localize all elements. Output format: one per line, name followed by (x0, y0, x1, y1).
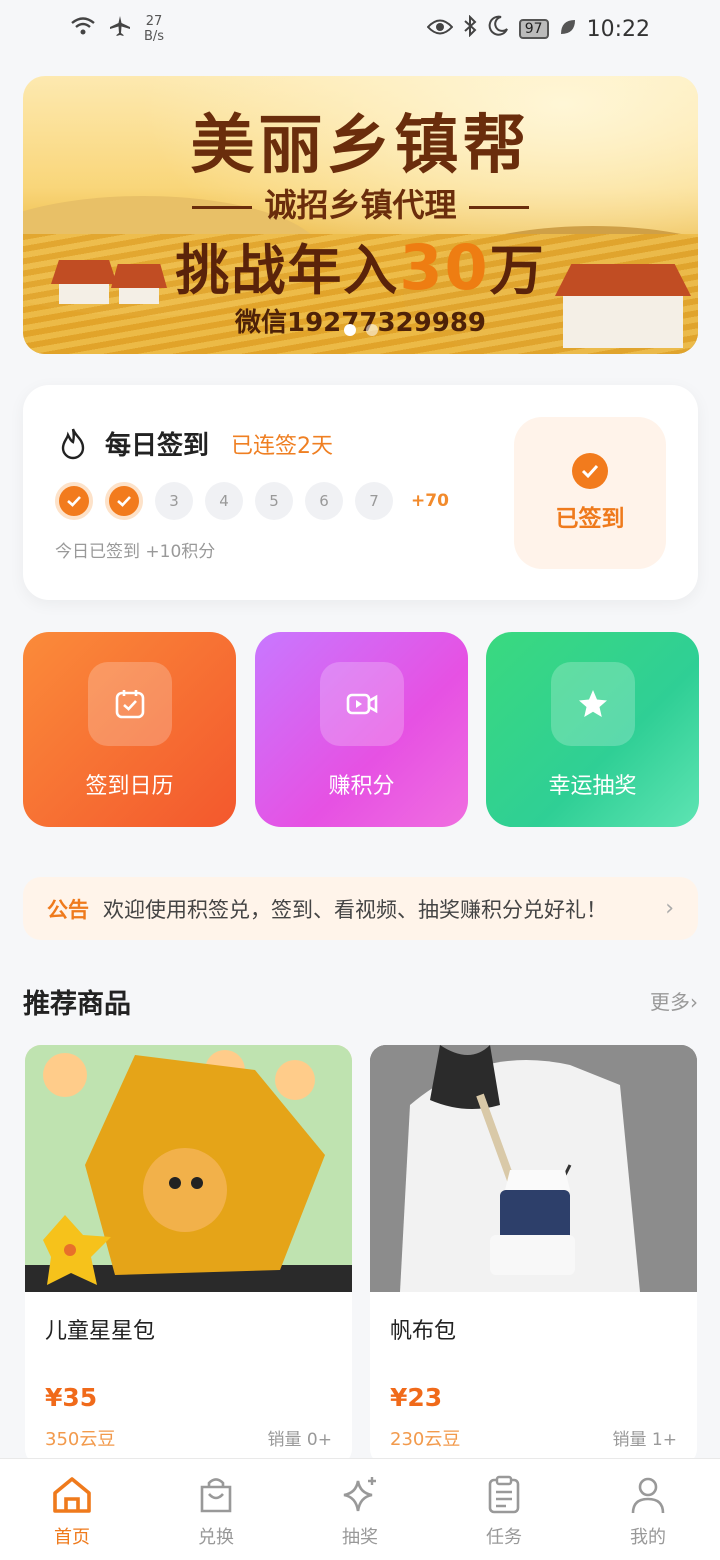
announcement-tag: 公告 (47, 897, 89, 922)
promo-banner[interactable]: 美丽乡镇帮 诚招乡镇代理 挑战年入30万 微信19277329989 (23, 76, 698, 354)
shopping-bag-icon (200, 1478, 232, 1513)
signed-in-button[interactable]: 已签到 (514, 417, 666, 569)
product-points: 350云豆 (45, 1429, 116, 1450)
nav-lottery[interactable]: 抽奖 (288, 1459, 432, 1560)
tile-label-draw: 幸运抽奖 (548, 774, 637, 799)
banner-headline-number: 30 (399, 231, 490, 304)
wifi-icon (70, 16, 96, 42)
nav-label-profile: 我的 (630, 1527, 666, 1548)
checkin-calendar-tile[interactable]: 签到日历 (23, 632, 236, 827)
banner-headline-suffix: 万 (489, 239, 546, 302)
check-circle-icon (572, 453, 608, 489)
checkin-day-5: 5 (255, 482, 293, 520)
banner-headline-prefix: 挑战年入 (175, 239, 400, 302)
sparkle-icon (343, 1477, 376, 1512)
product-sales: 销量 0+ (267, 1430, 332, 1450)
product-card[interactable]: 帆布包 ¥23 230云豆 销量 1+ (370, 1045, 697, 1465)
checkin-title: 每日签到 (105, 431, 210, 461)
nav-label-lottery: 抽奖 (342, 1527, 378, 1548)
nav-exchange[interactable]: 兑换 (144, 1459, 288, 1560)
check-icon (67, 496, 81, 507)
checkin-day-6: 6 (305, 482, 343, 520)
nav-tasks[interactable]: 任务 (432, 1459, 576, 1560)
network-speed: 27 B/s (144, 14, 164, 44)
checkin-day-2 (105, 482, 143, 520)
product-points: 230云豆 (390, 1429, 461, 1450)
flame-icon (61, 428, 85, 459)
video-icon (346, 693, 377, 715)
check-icon (117, 496, 131, 507)
carousel-dots[interactable] (343, 324, 378, 336)
tile-label-calendar: 签到日历 (85, 774, 174, 799)
bottom-nav: 首页 兑换 抽奖 任务 我的 (0, 1458, 720, 1560)
more-link[interactable]: 更多› (650, 986, 698, 1015)
product-name: 帆布包 (390, 1319, 457, 1344)
status-bar: 27 B/s 97 10:22 (0, 0, 720, 58)
nav-profile[interactable]: 我的 (576, 1459, 720, 1560)
banner-title: 美丽乡镇帮 (190, 109, 531, 183)
product-price: ¥35 (45, 1383, 98, 1412)
star-icon (578, 690, 607, 717)
banner-subtitle: 诚招乡镇代理 (23, 180, 698, 226)
leaf-icon (559, 17, 577, 42)
calendar-check-icon (115, 690, 144, 719)
announcement-bar[interactable]: 公告 欢迎使用积签兑，签到、看视频、抽奖赚积分兑好礼！ › (23, 877, 698, 940)
nav-label-tasks: 任务 (486, 1527, 522, 1548)
clipboard-icon (488, 1475, 520, 1514)
tile-label-earn: 赚积分 (328, 774, 395, 799)
product-name: 儿童星星包 (45, 1319, 156, 1344)
checkin-day-1 (55, 482, 93, 520)
nav-label-home: 首页 (54, 1527, 90, 1548)
product-price: ¥23 (390, 1383, 443, 1412)
nav-home[interactable]: 首页 (0, 1459, 144, 1560)
checkin-bonus: +70 (411, 491, 449, 511)
eye-icon (426, 17, 454, 42)
lucky-draw-tile[interactable]: 幸运抽奖 (486, 632, 699, 827)
checkin-days: 3 4 5 6 7 +70 (55, 482, 449, 520)
clock: 10:22 (586, 16, 650, 42)
daily-checkin-card: 每日签到 已连签2天 3 4 5 6 7 +70 今日已签到 +10积分 已签到 (23, 385, 698, 600)
checkin-day-7: 7 (355, 482, 393, 520)
earn-points-tile[interactable]: 赚积分 (255, 632, 468, 827)
product-image (370, 1045, 697, 1292)
checkin-note: 今日已签到 +10积分 (55, 542, 216, 562)
banner-headline: 挑战年入30万 (23, 226, 698, 305)
airplane-icon (108, 14, 132, 44)
recommended-title: 推荐商品 (23, 989, 131, 1020)
product-sales: 销量 1+ (612, 1430, 677, 1450)
battery-indicator: 97 (518, 19, 549, 39)
net-speed-value: 27 (145, 14, 163, 29)
bluetooth-icon (463, 14, 477, 43)
checkin-day-3: 3 (155, 482, 193, 520)
checkin-day-4: 4 (205, 482, 243, 520)
signed-in-label: 已签到 (555, 506, 625, 532)
nav-label-exchange: 兑换 (198, 1527, 234, 1548)
home-icon (53, 1477, 91, 1513)
carousel-dot[interactable] (365, 324, 378, 336)
net-speed-unit: B/s (144, 29, 165, 44)
moon-icon (487, 15, 509, 43)
product-card[interactable]: 儿童星星包 ¥35 350云豆 销量 0+ (25, 1045, 352, 1465)
chevron-right-icon: › (665, 896, 674, 921)
product-image (25, 1045, 352, 1292)
carousel-dot[interactable] (343, 324, 356, 336)
checkin-streak: 已连签2天 (231, 433, 334, 459)
announcement-text: 欢迎使用积签兑，签到、看视频、抽奖赚积分兑好礼！ (103, 897, 607, 922)
user-icon (631, 1477, 665, 1514)
